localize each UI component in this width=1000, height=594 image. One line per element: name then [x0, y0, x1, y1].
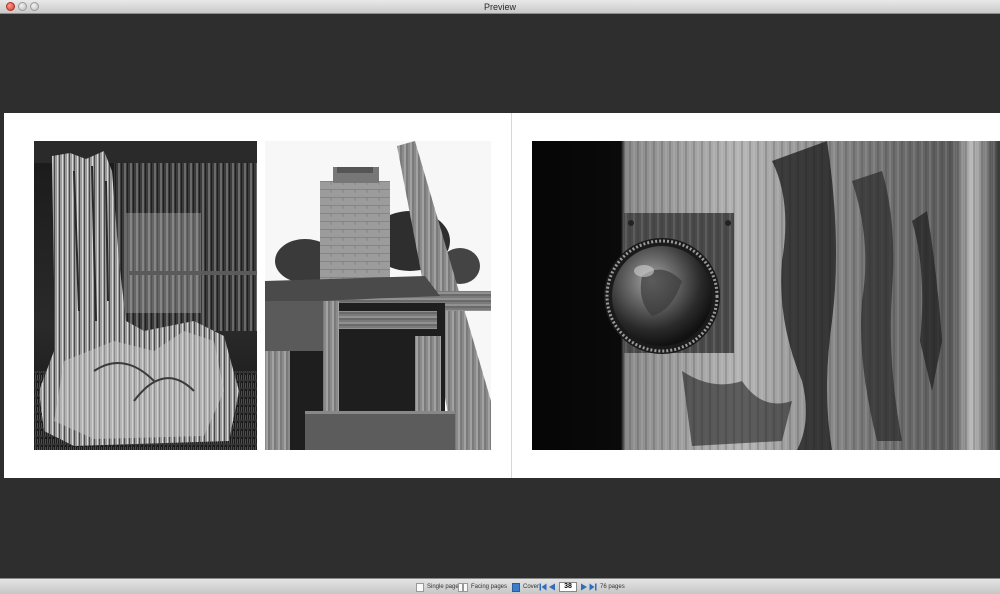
photo-door-knob [532, 141, 1000, 450]
page-navigation: 38 76 pages [539, 582, 625, 592]
facing-pages-button[interactable]: Facing pages [458, 582, 507, 592]
cover-label: Cover [523, 584, 540, 590]
page-gutter [511, 113, 512, 478]
page-number-field[interactable]: 38 [559, 582, 577, 592]
photo-chimney [265, 141, 491, 450]
previous-page-icon[interactable] [548, 583, 556, 592]
single-page-button[interactable]: Single page [416, 582, 459, 592]
cover-button[interactable]: Cover [512, 582, 539, 592]
single-page-label: Single page [427, 584, 459, 590]
preview-window: Preview Single page Facing pages Cover 3… [0, 0, 1000, 594]
bottom-toolbar: Single page Facing pages Cover 38 76 pag [0, 578, 1000, 594]
book-spread [4, 113, 1000, 478]
next-page-icon[interactable] [580, 583, 588, 592]
last-page-icon[interactable] [589, 583, 597, 592]
photo-tree-stump [34, 141, 257, 450]
page-count-label: 76 pages [600, 584, 625, 590]
title-bar[interactable]: Preview [0, 0, 1000, 14]
facing-pages-icon [458, 582, 468, 592]
window-title: Preview [483, 2, 516, 12]
first-page-icon[interactable] [539, 583, 547, 592]
single-page-icon [416, 582, 424, 592]
cover-icon [512, 582, 520, 592]
facing-pages-label: Facing pages [471, 584, 508, 590]
